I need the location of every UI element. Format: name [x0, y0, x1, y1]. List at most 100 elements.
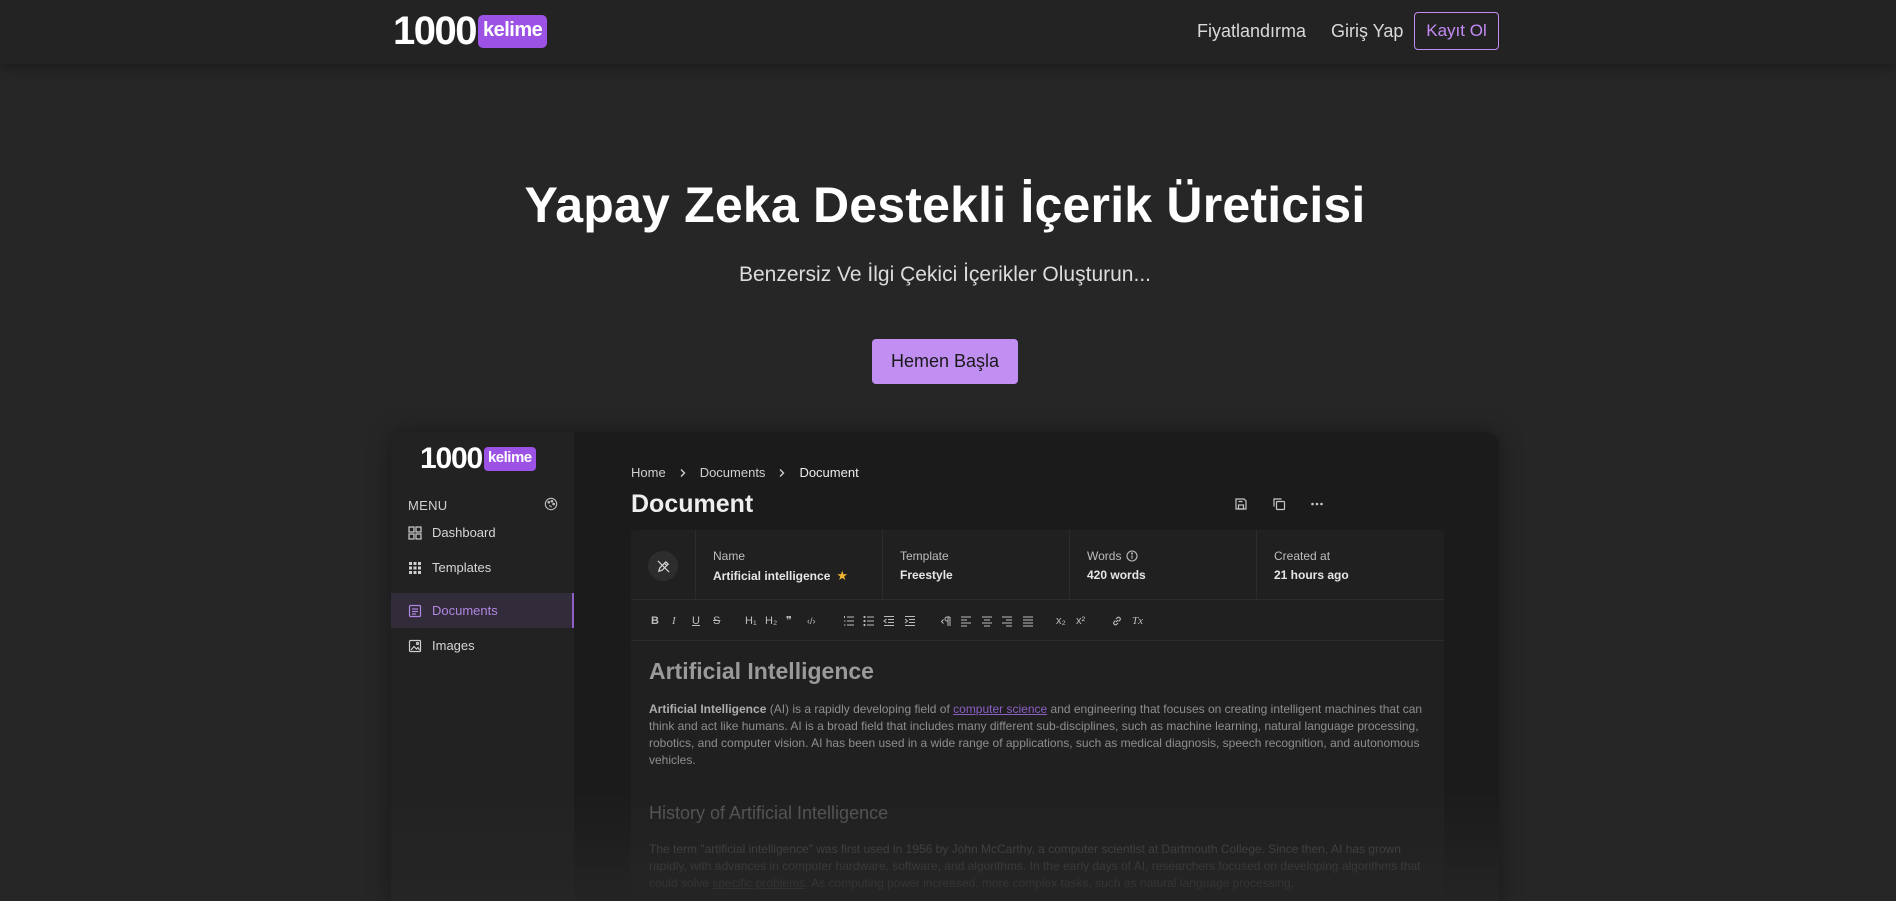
app-logo[interactable]: 1000 kelime: [420, 444, 536, 474]
indent-icon: [904, 616, 915, 626]
meta-created-label: Created at: [1274, 549, 1331, 563]
sidebar-item-label: Dashboard: [432, 525, 496, 540]
computer-science-link[interactable]: computer science: [953, 702, 1047, 716]
chevron-right-icon: [779, 468, 785, 477]
ordered-list-button[interactable]: [843, 615, 855, 627]
chevron-right-icon: [680, 468, 686, 477]
align-justify-button[interactable]: [1022, 615, 1034, 627]
app-logo-word: kelime: [483, 447, 536, 471]
text-direction-button[interactable]: [940, 615, 952, 627]
sidebar-item-dashboard[interactable]: Dashboard: [391, 515, 574, 550]
document-content[interactable]: Artificial Intelligence Artificial Intel…: [649, 658, 1429, 892]
breadcrumb-current: Document: [799, 465, 859, 480]
italic-button[interactable]: I: [672, 615, 676, 627]
meta-name-value-row[interactable]: Artificial intelligence ★: [713, 568, 882, 584]
specific-problems-link[interactable]: specific problems: [712, 876, 805, 890]
edit-icon-badge: [648, 551, 678, 581]
outdent-icon: [883, 616, 894, 626]
document-paragraph: Artificial Intelligence (AI) is a rapidl…: [649, 701, 1429, 769]
meta-template-value: Freestyle: [900, 568, 953, 582]
nav-pricing-link[interactable]: Fiyatlandırma: [1197, 21, 1306, 42]
sidebar-item-label: Documents: [432, 603, 498, 618]
align-right-icon: [1002, 616, 1012, 627]
breadcrumb-home[interactable]: Home: [631, 465, 666, 480]
logo-word: kelime: [477, 14, 548, 48]
bullet-list-icon: [863, 615, 874, 627]
image-icon: [408, 639, 422, 652]
edit-icon: [656, 559, 670, 573]
meta-icon-cell: [631, 530, 696, 600]
breadcrumb-documents[interactable]: Documents: [700, 465, 766, 480]
app-sidebar: 1000 kelime MENU Dashboard Templates Doc…: [391, 432, 574, 901]
breadcrumb: Home Documents Document: [631, 465, 859, 480]
app-main: Home Documents Document Document Name Ar…: [574, 432, 1499, 901]
meta-words: Words 420 words: [1070, 530, 1257, 600]
palette-icon[interactable]: [544, 497, 558, 511]
paragraph-text: . As computing power increased, more com…: [805, 876, 1295, 890]
meta-template: Template Freestyle: [883, 530, 1070, 600]
meta-words-label: Words: [1087, 549, 1122, 563]
document-meta: Name Artificial intelligence ★ Template …: [631, 530, 1444, 600]
meta-name-value: Artificial intelligence: [713, 569, 831, 583]
blockquote-button[interactable]: ❞: [786, 615, 792, 627]
align-right-button[interactable]: [1001, 615, 1013, 627]
logo-number: 1000: [393, 9, 477, 53]
more-options-icon[interactable]: [1310, 497, 1324, 511]
clear-format-button[interactable]: Tx: [1132, 615, 1143, 627]
page-title: Document: [631, 490, 754, 518]
subscript-button[interactable]: x₂: [1056, 615, 1066, 627]
sidebar-item-label: Templates: [432, 560, 492, 575]
underline-button[interactable]: U: [692, 615, 700, 627]
hero-title: Yapay Zeka Destekli İçerik Üreticisi: [524, 177, 1366, 233]
copy-icon[interactable]: [1272, 497, 1286, 511]
meta-created-value: 21 hours ago: [1274, 568, 1349, 582]
meta-created: Created at 21 hours ago: [1257, 530, 1444, 600]
meta-name-label: Name: [713, 549, 746, 563]
heading2-button[interactable]: H₂: [765, 615, 777, 627]
star-icon[interactable]: ★: [836, 568, 848, 584]
document-paragraph: The term "artificial intelligence" was f…: [649, 841, 1429, 892]
align-center-button[interactable]: [981, 615, 993, 627]
brand-logo[interactable]: 1000 kelime: [393, 9, 548, 53]
sidebar-item-templates[interactable]: Templates: [391, 550, 574, 585]
nav-login-link[interactable]: Giriş Yap: [1331, 21, 1403, 42]
indent-button[interactable]: [904, 615, 916, 627]
meta-words-label-row: Words: [1087, 549, 1256, 563]
editor-toolbar: B I U S H₁ H₂ ❞ ‹/› x₂ x² Tx: [631, 601, 1444, 641]
bullet-list-button[interactable]: [863, 615, 875, 627]
app-logo-number: 1000: [420, 442, 483, 475]
document-heading: Artificial Intelligence: [649, 658, 874, 684]
bold-term: Artificial Intelligence: [649, 702, 767, 716]
meta-words-value: 420 words: [1087, 568, 1146, 582]
document-icon: [408, 604, 422, 617]
align-justify-icon: [1023, 616, 1033, 627]
ordered-list-icon: [844, 616, 854, 626]
nav-signup-button[interactable]: Kayıt Ol: [1414, 12, 1499, 50]
heading1-button[interactable]: H₁: [745, 615, 757, 627]
align-left-button[interactable]: [960, 615, 972, 627]
paragraph-text: (AI) is a rapidly developing field of: [766, 702, 954, 716]
document-card: Name Artificial intelligence ★ Template …: [631, 530, 1444, 901]
hero-subtitle: Benzersiz Ve İlgi Çekici İçerikler Oluşt…: [739, 263, 1151, 286]
menu-label: MENU: [408, 498, 448, 513]
save-icon[interactable]: [1234, 497, 1248, 511]
info-icon[interactable]: [1126, 550, 1139, 562]
dashboard-icon: [408, 525, 422, 540]
align-center-icon: [982, 616, 992, 627]
app-preview: 1000 kelime MENU Dashboard Templates Doc…: [391, 432, 1499, 901]
document-subheading: History of Artificial Intelligence: [649, 803, 889, 823]
superscript-button[interactable]: x²: [1076, 615, 1085, 627]
get-started-button[interactable]: Hemen Başla: [872, 339, 1018, 384]
strikethrough-button[interactable]: S: [713, 615, 720, 627]
bold-button[interactable]: B: [651, 615, 659, 627]
meta-template-label: Template: [900, 549, 949, 563]
text-direction-icon: [940, 616, 951, 626]
sidebar-item-documents[interactable]: Documents: [391, 593, 574, 628]
sidebar-item-images[interactable]: Images: [391, 628, 574, 663]
link-button[interactable]: [1111, 615, 1123, 627]
sidebar-item-label: Images: [432, 638, 475, 653]
code-button[interactable]: ‹/›: [807, 615, 816, 627]
meta-name: Name Artificial intelligence ★: [696, 530, 883, 600]
top-navbar: 1000 kelime Fiyatlandırma Giriş Yap Kayı…: [0, 0, 1896, 64]
outdent-button[interactable]: [883, 615, 895, 627]
